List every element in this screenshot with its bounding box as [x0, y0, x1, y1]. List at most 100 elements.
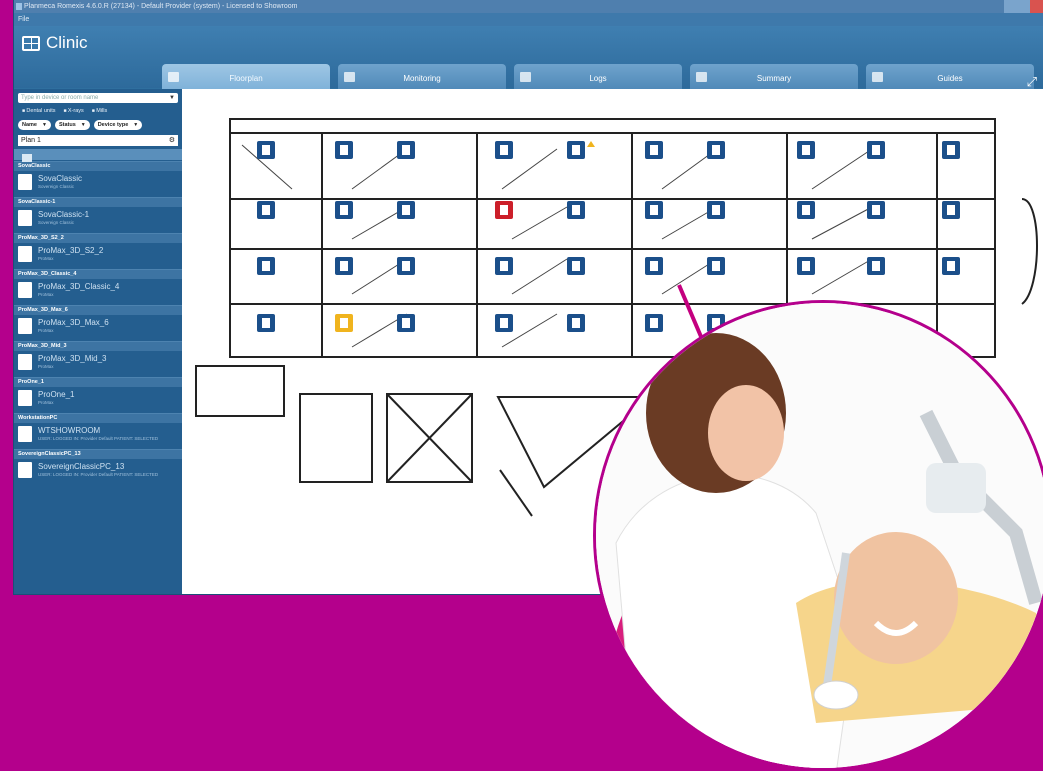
tab-monitoring[interactable]: Monitoring: [338, 64, 506, 92]
dentist-face: [708, 385, 784, 481]
window-titlebar: Planmeca Romexis 4.6.0.R (27134) - Defau…: [14, 0, 1043, 13]
callout-line: [677, 284, 704, 340]
workstation-icon: [262, 318, 270, 328]
tab-guides[interactable]: Guides: [866, 64, 1034, 92]
device-group-header: SovereignClassicPC_13: [14, 450, 182, 459]
xray-unit-icon: [18, 354, 32, 370]
tab-label: Floorplan: [229, 73, 263, 83]
menubar: File: [14, 13, 1043, 26]
device-search-input[interactable]: Type in device or room name ▼: [18, 93, 178, 103]
tab-logs[interactable]: Logs: [514, 64, 682, 92]
tab-label: Summary: [756, 73, 792, 83]
plan-label: Plan 1: [21, 137, 41, 144]
filter-xrays[interactable]: X-rays: [63, 108, 84, 114]
workstation-icon: [262, 205, 270, 215]
filter-dental-units[interactable]: Dental units: [22, 108, 55, 114]
chart-icon: [696, 72, 707, 82]
device-group[interactable]: ProOne_1 ProOne_1 ProMax: [14, 377, 182, 413]
device-subtitle: USER: LOGGED IN: Provider Default PATIEN…: [38, 436, 159, 441]
tab-summary[interactable]: Summary: [690, 64, 858, 92]
chevron-down-icon[interactable]: ▼: [169, 93, 175, 103]
dental-unit-icon: [18, 210, 32, 226]
dental-unit-icon: [650, 318, 658, 328]
dental-unit-icon: [340, 261, 348, 271]
workstation-icon: [18, 462, 32, 478]
xray-unit-icon: [650, 205, 658, 215]
fullscreen-icon[interactable]: ⤢: [1027, 74, 1037, 90]
dental-unit-icon: [500, 318, 508, 328]
device-item[interactable]: ProOne_1 ProMax: [14, 387, 182, 413]
dental-unit-icon: [872, 145, 880, 155]
dental-unit-icon: [500, 145, 508, 155]
device-subtitle: ProMax: [38, 292, 54, 297]
xray-unit-icon: [18, 282, 32, 298]
device-item[interactable]: ProMax_3D_Classic_4 ProMax: [14, 279, 182, 305]
workstation-icon: [947, 261, 955, 271]
device-item[interactable]: ProMax_3D_S2_2 ProMax: [14, 243, 182, 269]
device-name: ProMax_3D_Mid_3: [38, 354, 107, 363]
xray-unit-icon: [572, 205, 580, 215]
sort-selects: Name Status Device type: [14, 117, 182, 133]
plan-select[interactable]: Plan 1 ⚙: [18, 135, 178, 146]
tab-floorplan[interactable]: Floorplan: [162, 64, 330, 92]
dentist-photo: [596, 303, 1043, 768]
device-subtitle: ProMax: [38, 256, 54, 261]
device-name: ProMax_3D_Classic_4: [38, 282, 120, 291]
device-group-header: SovaClassic: [14, 162, 182, 171]
search-placeholder: Type in device or room name: [21, 95, 99, 101]
gear-icon[interactable]: ⚙: [169, 135, 175, 146]
monitor-icon: [344, 72, 355, 82]
device-item[interactable]: SovaClassic Sovereign Classic: [14, 171, 182, 197]
device-name: SovaClassic: [38, 174, 83, 183]
device-group[interactable]: SovaClassic-1 SovaClassic-1 Sovereign Cla…: [14, 197, 182, 233]
device-subtitle: USER: LOGGED IN: Provider Default PATIEN…: [38, 472, 159, 477]
floorplan-icon: [168, 72, 179, 82]
dental-unit-icon: [802, 205, 810, 215]
device-list-header[interactable]: [14, 149, 182, 162]
filter-mills[interactable]: Mills: [92, 108, 107, 114]
tab-label: Guides: [937, 73, 963, 83]
close-button[interactable]: [1030, 0, 1043, 13]
device-type-select[interactable]: Device type: [93, 120, 143, 130]
dental-unit-icon: [18, 174, 32, 190]
sort-status-select[interactable]: Status: [54, 120, 90, 130]
device-group-header: WorkstationPC: [14, 414, 182, 423]
maximize-button[interactable]: [1017, 0, 1030, 13]
workstation-icon: [947, 205, 955, 215]
device-group-header: ProMax_3D_Mid_3: [14, 342, 182, 351]
dental-unit-icon: [402, 205, 410, 215]
device-subtitle: ProMax: [38, 364, 54, 369]
device-group[interactable]: SovaClassic SovaClassic Sovereign Classic: [14, 161, 182, 197]
device-subtitle: Sovereign Classic: [38, 184, 75, 189]
device-item[interactable]: ProMax_3D_Mid_3 ProMax: [14, 351, 182, 377]
menu-file[interactable]: File: [18, 16, 29, 23]
device-name: ProMax_3D_Max_6: [38, 318, 109, 327]
device-group-header: ProMax_3D_Classic_4: [14, 270, 182, 279]
device-item[interactable]: WTSHOWROOM USER: LOGGED IN: Provider Defa…: [14, 423, 182, 449]
xray-unit-icon: [18, 390, 32, 406]
app-brand: Clinic: [22, 33, 88, 53]
device-name: ProOne_1: [38, 390, 75, 399]
main-tabs: Floorplan Monitoring Logs Summary Guides: [162, 64, 1034, 92]
device-group[interactable]: ProMax_3D_Max_6 ProMax_3D_Max_6 ProMax: [14, 305, 182, 341]
gloved-hand: [813, 680, 859, 710]
device-item[interactable]: SovaClassic-1 Sovereign Classic: [14, 207, 182, 233]
device-group[interactable]: ProMax_3D_S2_2 ProMax_3D_S2_2 ProMax: [14, 233, 182, 269]
sort-name-select[interactable]: Name: [18, 120, 51, 130]
instrument-tray: [926, 463, 986, 513]
device-group[interactable]: ProMax_3D_Classic_4 ProMax_3D_Classic_4 P…: [14, 269, 182, 305]
guides-icon: [872, 72, 883, 82]
dental-unit-icon: [402, 261, 410, 271]
dental-unit-icon: [262, 145, 270, 155]
device-item[interactable]: ProMax_3D_Max_6 ProMax: [14, 315, 182, 341]
device-group[interactable]: WorkstationPC WTSHOWROOM USER: LOGGED IN:…: [14, 413, 182, 449]
device-item[interactable]: SovereignClassicPC_13 USER: LOGGED IN: Pr…: [14, 459, 182, 485]
dental-unit-icon: [340, 145, 348, 155]
device-group[interactable]: ProMax_3D_Mid_3 ProMax_3D_Mid_3 ProMax: [14, 341, 182, 377]
device-name: SovaClassic-1: [38, 210, 90, 219]
minimize-button[interactable]: [1004, 0, 1017, 13]
dental-unit-icon: [872, 205, 880, 215]
xray-unit-icon: [18, 246, 32, 262]
dental-unit-icon: [500, 261, 508, 271]
device-group[interactable]: SovereignClassicPC_13 SovereignClassicPC…: [14, 449, 182, 485]
